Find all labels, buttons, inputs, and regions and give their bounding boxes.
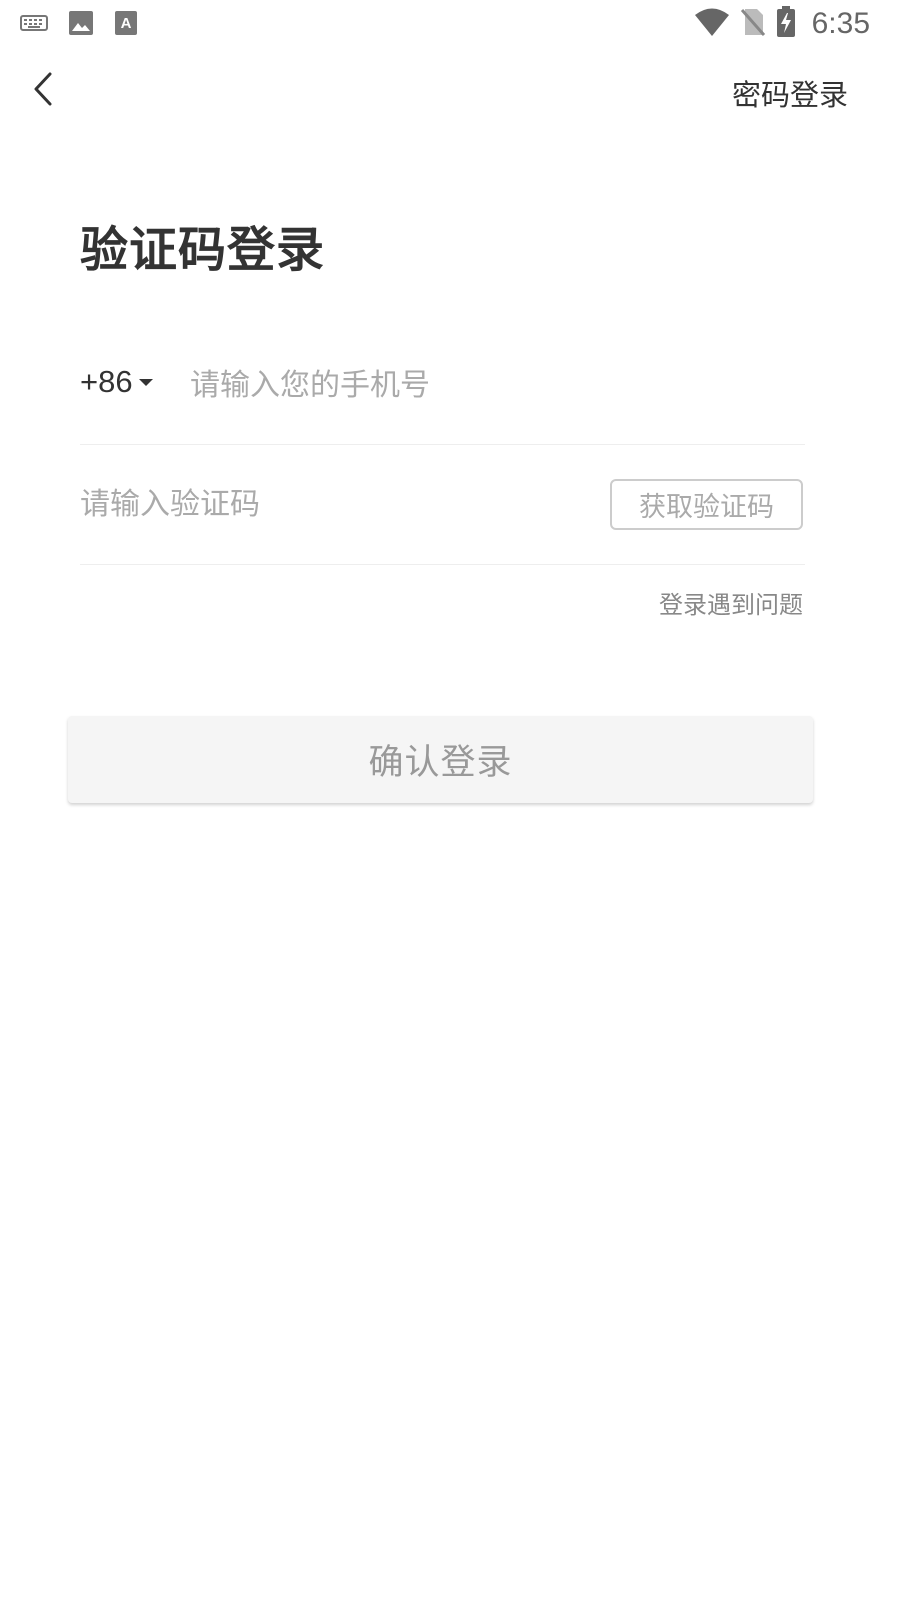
status-left-icons: A xyxy=(20,10,138,40)
status-time: 6:35 xyxy=(811,7,870,40)
image-icon xyxy=(68,10,94,40)
phone-row: +86 xyxy=(80,346,805,445)
page-title: 验证码登录 xyxy=(80,222,326,278)
login-help-link[interactable]: 登录遇到问题 xyxy=(659,585,803,620)
confirm-login-button[interactable]: 确认登录 xyxy=(68,716,813,803)
battery-charging-icon xyxy=(776,6,796,42)
code-row: 获取验证码 xyxy=(80,445,805,565)
font-download-icon: A xyxy=(114,10,138,40)
chevron-left-icon xyxy=(28,71,58,111)
no-sim-icon xyxy=(740,7,766,41)
status-right-icons: 6:35 xyxy=(694,6,870,42)
password-login-link[interactable]: 密码登录 xyxy=(732,72,848,114)
caret-down-icon xyxy=(138,378,153,386)
svg-text:A: A xyxy=(121,15,132,32)
keyboard-icon xyxy=(20,13,48,37)
status-bar: A 6:35 xyxy=(0,0,900,48)
code-input[interactable] xyxy=(80,479,560,529)
country-code-label: +86 xyxy=(80,364,133,399)
phone-input[interactable] xyxy=(190,360,790,410)
back-button[interactable] xyxy=(20,68,66,114)
top-nav: 密码登录 xyxy=(0,58,900,124)
wifi-icon xyxy=(694,7,730,41)
get-code-button[interactable]: 获取验证码 xyxy=(610,479,803,530)
login-screen: A 6:35 密码登录 验证码登录 +86 请输入您的手机号 请输入验证码 获取… xyxy=(0,0,900,1600)
country-code-select[interactable]: +86 xyxy=(80,364,153,400)
